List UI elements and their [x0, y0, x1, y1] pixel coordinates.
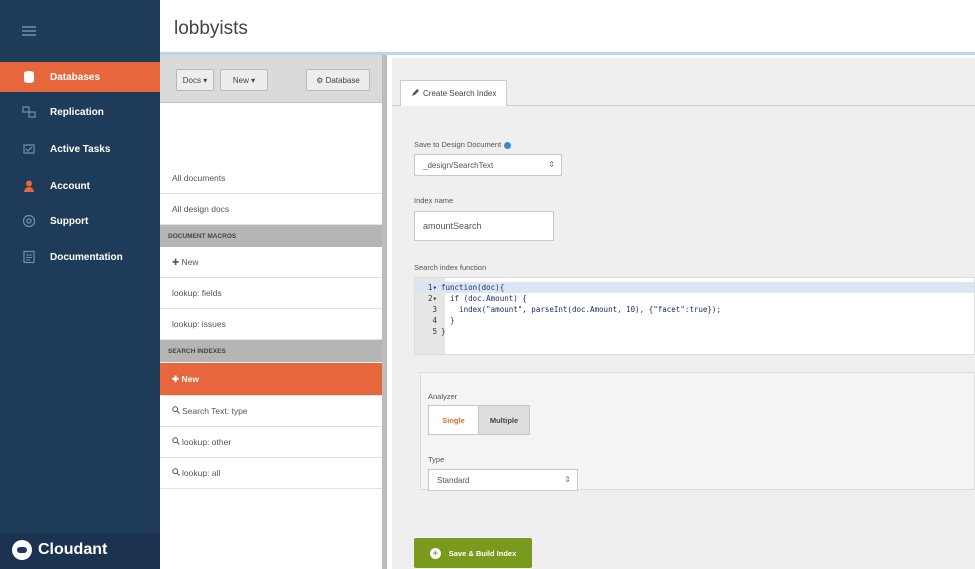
analyzer-single-button[interactable]: Single — [429, 406, 479, 434]
list-item-new-doc[interactable]: ✚ New — [160, 247, 382, 278]
new-dropdown-button[interactable]: New ▾ — [220, 69, 268, 91]
tab-bar: Create Search Index — [392, 58, 975, 106]
code-line: 4 } — [432, 316, 455, 325]
index-name-label: Index name — [414, 196, 454, 205]
page-title: lobbyists — [174, 18, 248, 39]
label-text: Save to Design Document — [414, 140, 502, 149]
save-build-index-button[interactable]: + Save & Build Index — [414, 538, 532, 568]
code-editor[interactable]: 1▾ function(doc){ 2▾ if (doc.Amount) { 3 … — [414, 277, 975, 355]
code-line: 2▾ if (doc.Amount) { — [427, 294, 527, 303]
docs-dropdown-button[interactable]: Docs ▾ — [176, 69, 214, 91]
database-settings-button[interactable]: ⚙ Database — [306, 69, 370, 91]
index-name-input[interactable] — [414, 211, 554, 241]
sidebar-item-label: Active Tasks — [50, 143, 111, 155]
list-item-new-index[interactable]: ✚ New — [160, 363, 382, 396]
search-icon — [172, 437, 180, 447]
search-icon — [172, 406, 180, 416]
sidebar-item-documentation[interactable]: Documentation — [0, 242, 160, 272]
save-to-design-doc-label: Save to Design Document — [414, 140, 512, 149]
selected-value: _design/SearchText — [423, 160, 494, 170]
sidebar-item-replication[interactable]: Replication — [0, 97, 160, 127]
plus-icon: + — [429, 547, 441, 559]
section-header-doc-macros: DOCUMENT MACROS — [160, 225, 382, 247]
tasks-icon — [22, 142, 36, 156]
type-select[interactable]: Standard ⇕ — [428, 469, 578, 491]
sidebar: Databases Replication Active Tasks Accou… — [0, 0, 160, 569]
brand-name: Cloudant — [38, 541, 108, 558]
sidebar-item-support[interactable]: Support — [0, 206, 160, 236]
brand-logo[interactable]: Cloudant — [12, 540, 107, 560]
document-list-panel: Docs ▾ New ▾ ⚙ Database All documents Al… — [160, 55, 387, 569]
sidebar-item-active-tasks[interactable]: Active Tasks — [0, 134, 160, 164]
code-line: 5} — [432, 327, 446, 336]
tab-label: Create Search Index — [423, 89, 497, 98]
select-caret-icon: ⇕ — [548, 160, 555, 169]
pencil-icon — [411, 88, 419, 99]
section-header-search-indexes: SEARCH INDEXES — [160, 340, 382, 362]
type-label: Type — [428, 455, 445, 464]
menu-icon[interactable] — [22, 26, 36, 36]
list-item-all-documents[interactable]: All documents — [160, 163, 382, 194]
design-doc-select[interactable]: _design/SearchText ⇕ — [414, 154, 562, 176]
list-item-lookup-fields[interactable]: lookup: fields — [160, 278, 382, 309]
cloudant-logo-icon — [12, 540, 32, 560]
list-item-label: Search Text: type — [182, 406, 248, 416]
analyzer-multiple-button[interactable]: Multiple — [479, 406, 529, 434]
sidebar-item-label: Account — [50, 180, 90, 192]
tab-create-search-index[interactable]: Create Search Index — [400, 80, 508, 106]
header: lobbyists — [160, 0, 975, 55]
sidebar-item-account[interactable]: Account — [0, 171, 160, 201]
list-item-search-text-type[interactable]: Search Text: type — [160, 396, 382, 427]
code-line: 1▾ function(doc){ — [415, 282, 974, 293]
list-item-lookup-issues[interactable]: lookup: issues — [160, 309, 382, 340]
select-caret-icon: ⇕ — [564, 475, 571, 484]
list-item-all-design-docs[interactable]: All design docs — [160, 194, 382, 225]
replication-icon — [22, 105, 36, 119]
list-item-lookup-all[interactable]: lookup: all — [160, 458, 382, 489]
search-icon — [172, 468, 180, 478]
selected-value: Standard — [437, 475, 470, 485]
database-icon — [22, 70, 36, 84]
info-icon[interactable] — [504, 141, 512, 149]
main-editor: Create Search Index Save to Design Docum… — [392, 58, 975, 569]
analyzer-label: Analyzer — [428, 392, 458, 401]
search-function-label: Search index function — [414, 263, 487, 272]
list-item-lookup-other[interactable]: lookup: other — [160, 427, 382, 458]
sidebar-item-databases[interactable]: Databases — [0, 62, 160, 92]
sidebar-item-label: Databases — [50, 71, 101, 83]
support-icon — [22, 214, 36, 228]
list-item-label: lookup: other — [182, 437, 232, 447]
sidebar-item-label: Replication — [50, 106, 104, 118]
list-toolbar: Docs ▾ New ▾ ⚙ Database — [160, 55, 382, 103]
list-item-label: lookup: all — [182, 468, 221, 478]
code-line: 3 index("amount", parseInt(doc.Amount, 1… — [432, 305, 721, 314]
analyzer-toggle: Single Multiple — [428, 405, 530, 435]
account-icon — [22, 179, 36, 193]
button-label: Save & Build Index — [448, 548, 517, 558]
sidebar-item-label: Documentation — [50, 251, 123, 263]
sidebar-item-label: Support — [50, 215, 89, 227]
documentation-icon — [22, 250, 36, 264]
